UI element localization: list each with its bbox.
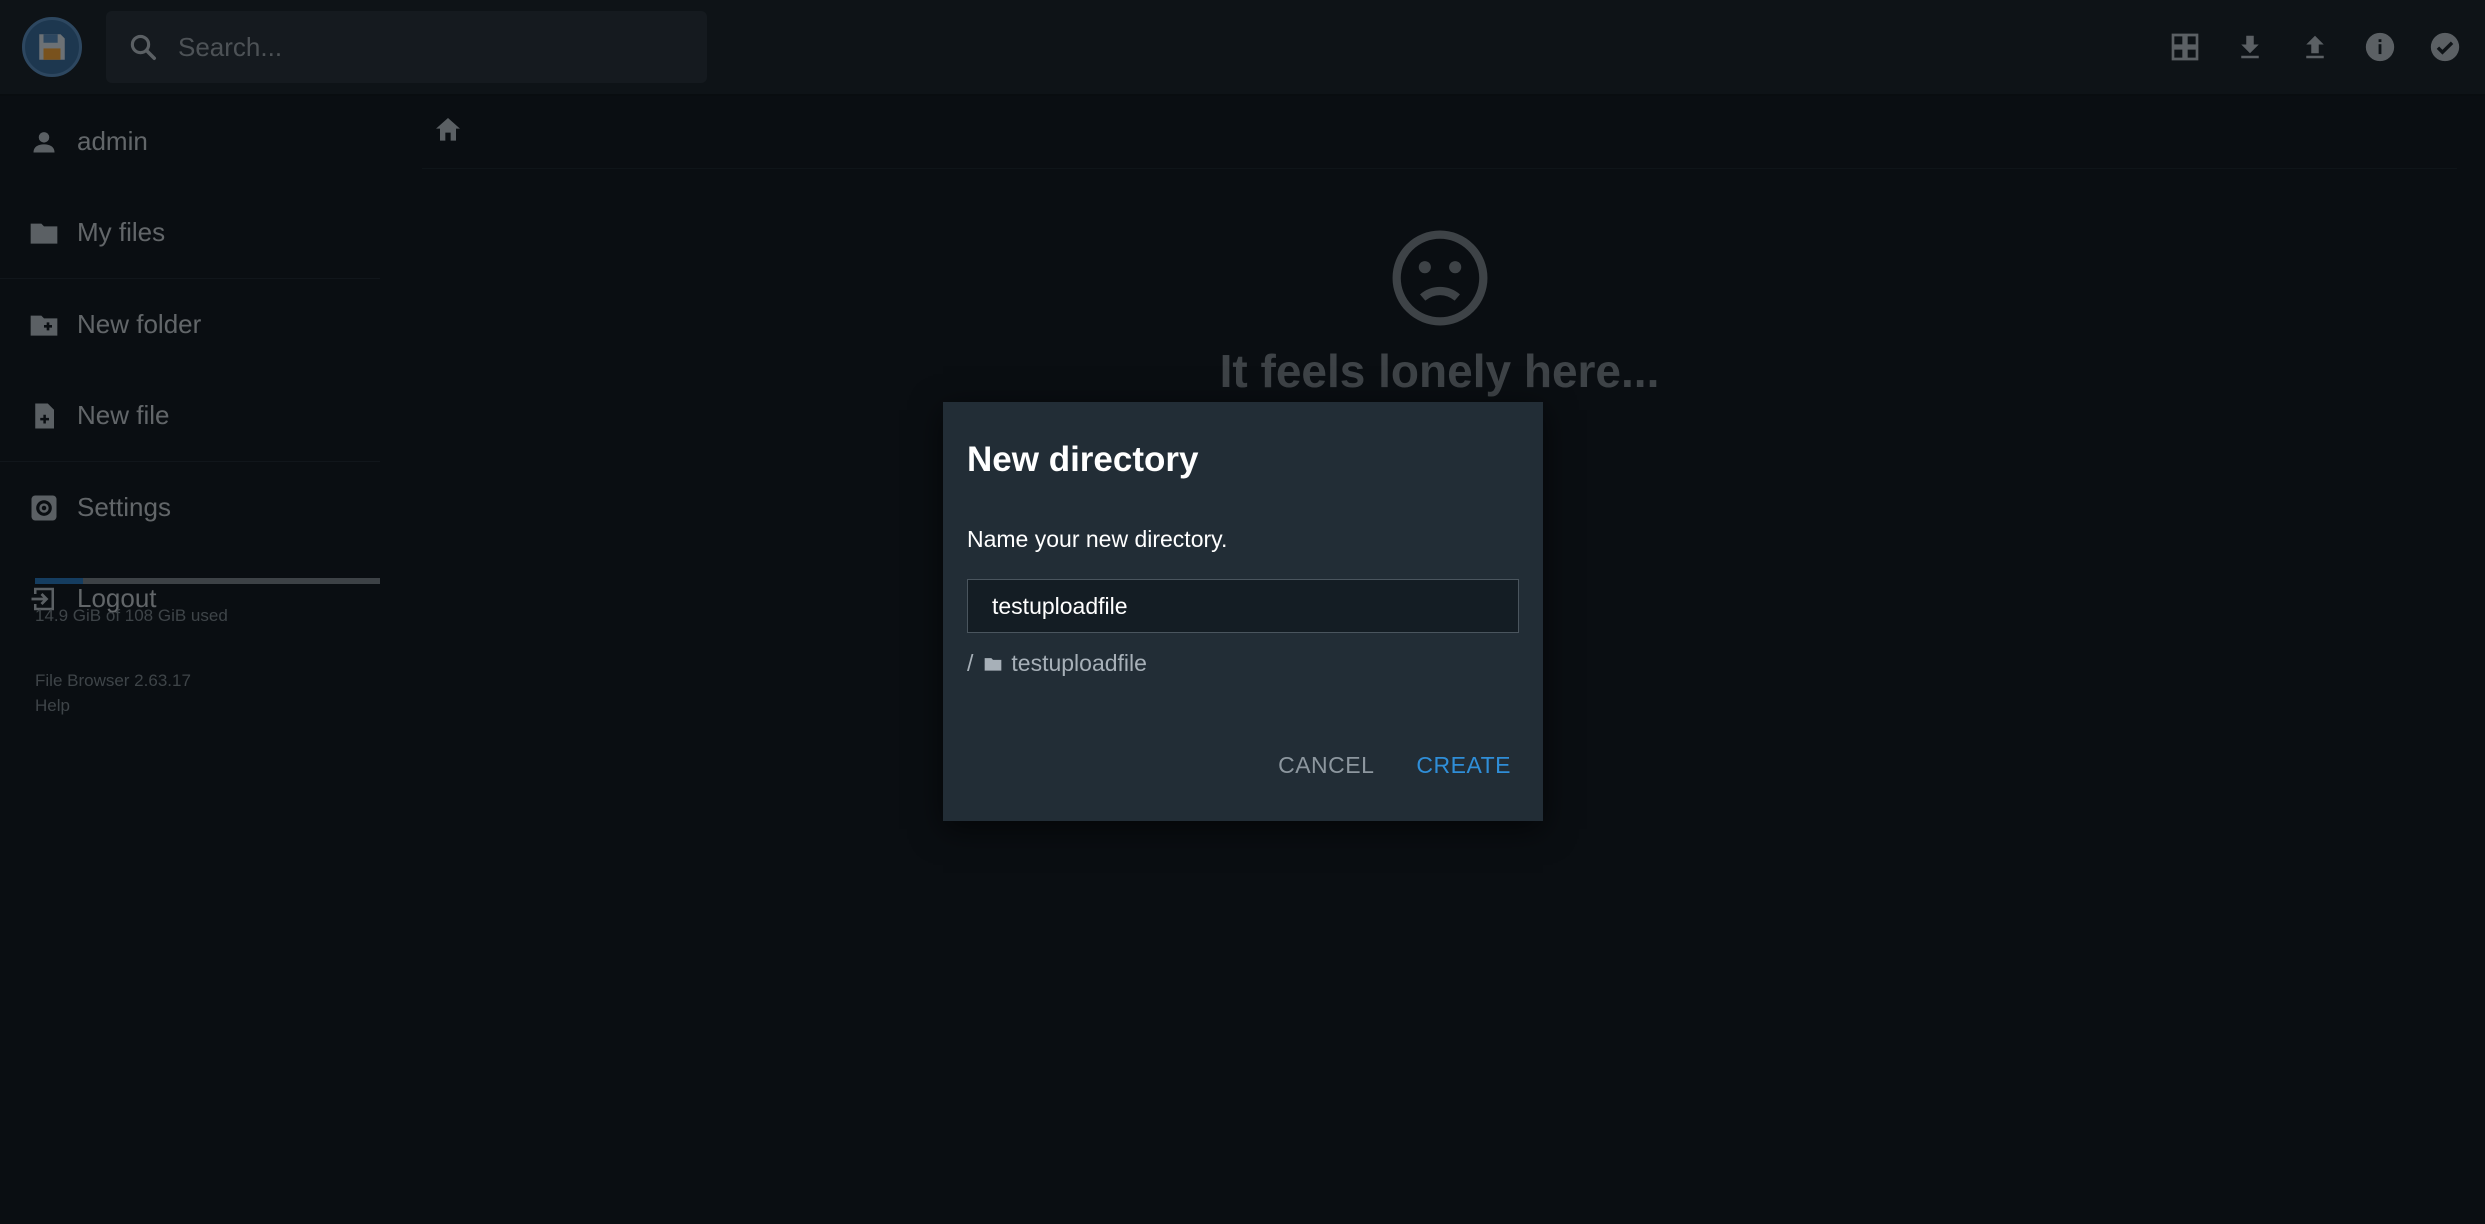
path-root: /: [967, 650, 974, 676]
path-name: testuploadfile: [1011, 650, 1147, 676]
create-button[interactable]: CREATE: [1408, 744, 1519, 787]
dialog-actions: CANCEL CREATE: [1270, 744, 1519, 787]
dialog-prompt: Name your new directory.: [967, 526, 1228, 552]
path-preview: / testuploadfile: [967, 650, 1147, 677]
directory-name-input[interactable]: [967, 579, 1519, 633]
cancel-button[interactable]: CANCEL: [1270, 744, 1382, 787]
new-directory-dialog: New directory Name your new directory. /…: [943, 402, 1543, 821]
folder-icon: [983, 654, 1003, 674]
dialog-title: New directory: [967, 440, 1199, 479]
